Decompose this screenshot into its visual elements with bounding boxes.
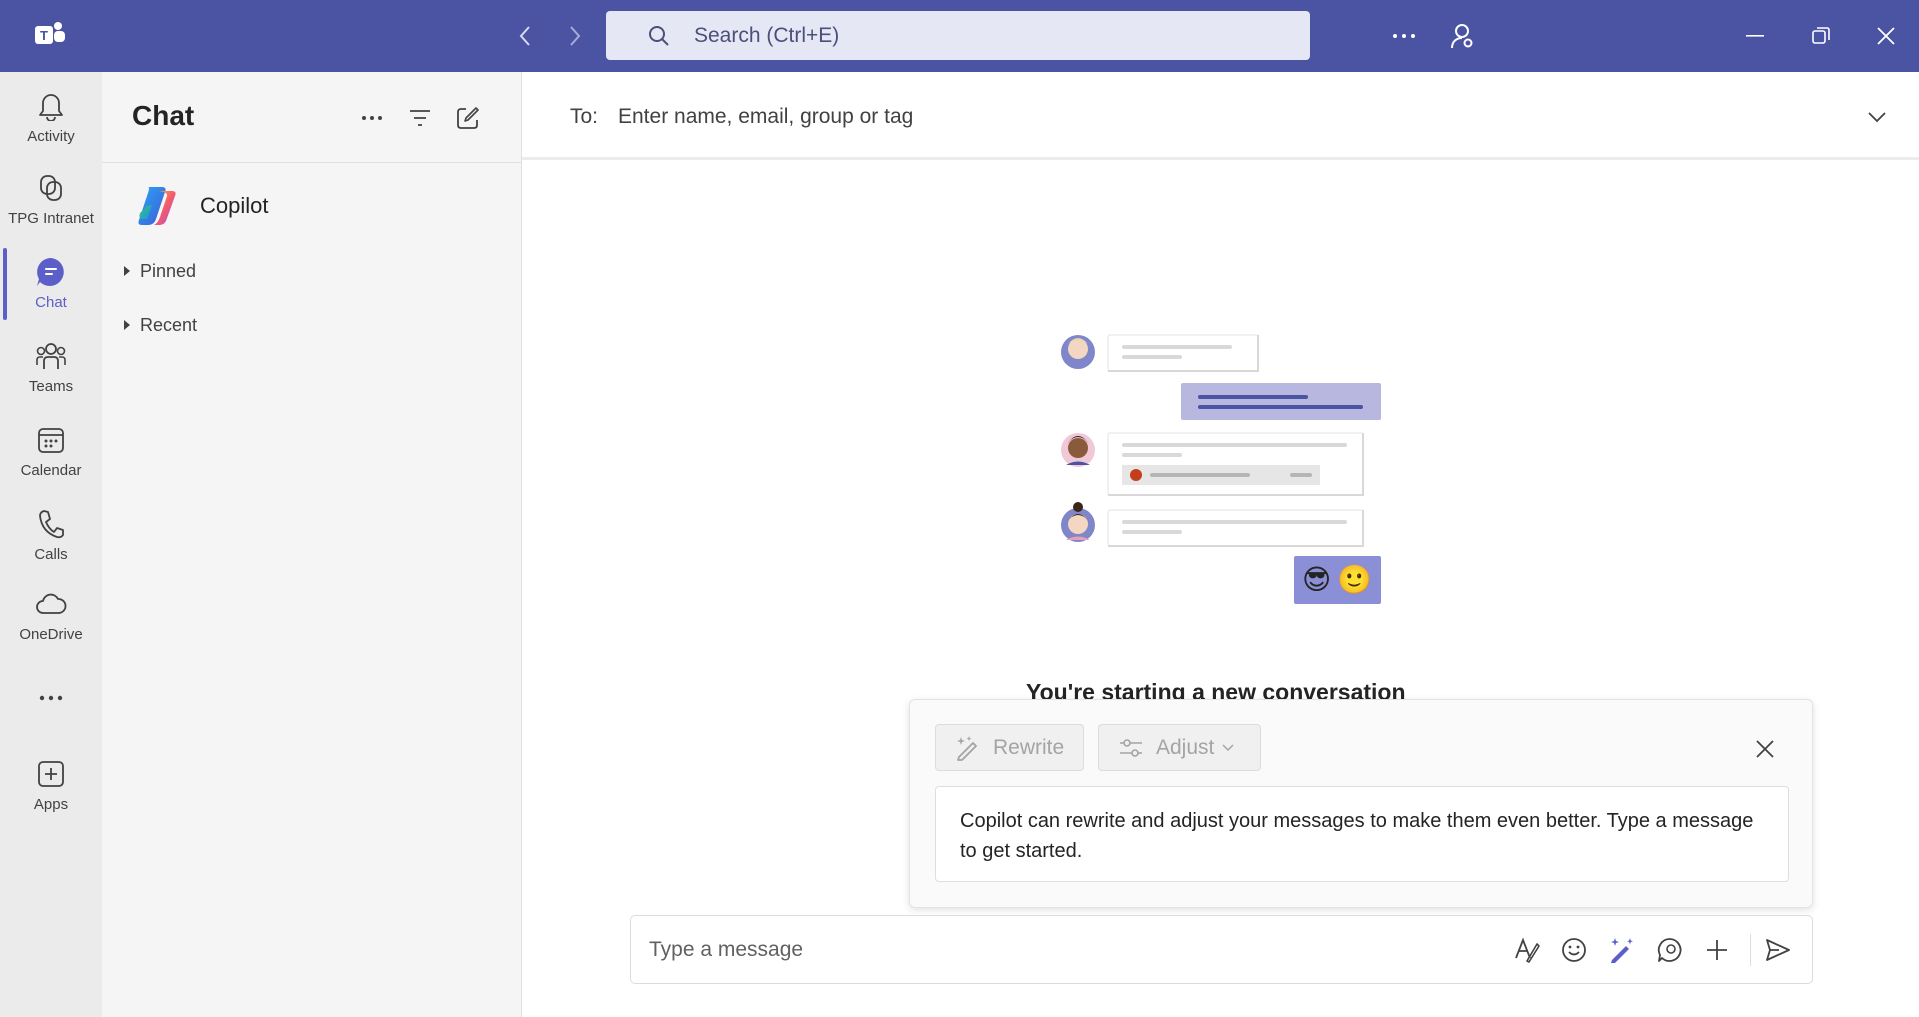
caret-right-icon [122,319,136,331]
minimize-icon [1746,35,1764,37]
teams-logo-icon: T [33,20,67,50]
svg-text:T: T [40,28,48,43]
cloud-icon [35,588,67,620]
emoji-button[interactable] [1557,933,1591,967]
message-input[interactable] [649,931,1449,969]
search-placeholder: Search (Ctrl+E) [694,23,840,47]
send-icon [1766,939,1790,961]
chevron-left-icon [519,26,530,46]
minimize-button[interactable] [1737,18,1773,54]
filter-icon [410,110,430,126]
chat-icon [35,256,67,288]
rail-item-activity[interactable]: Activity [0,80,102,162]
rewrite-label: Rewrite [993,735,1065,759]
phone-icon [35,508,67,540]
section-pinned[interactable]: Pinned [102,253,522,289]
people-group-icon [35,340,67,372]
loop-icon [1657,938,1682,962]
new-chat-button[interactable] [452,102,484,134]
link-app-icon [35,172,67,204]
rail-item-onedrive[interactable]: OneDrive [0,578,102,660]
copilot-chat-item[interactable]: Copilot [102,172,522,240]
rail-label: Calendar [20,462,82,479]
rail-label: Chat [35,294,67,311]
rail-item-teams[interactable]: Teams [0,330,102,412]
chat-list-pane: Chat Copilot Pinned Recent [102,72,522,1017]
rail-item-calls[interactable]: Calls [0,498,102,580]
rail-label: Activity [27,128,75,145]
person-settings-icon [1451,24,1473,49]
rail-label: Apps [33,796,69,813]
calendar-icon [35,424,67,456]
chevron-down-icon [1222,743,1234,752]
adjust-label: Adjust [1156,735,1215,759]
rail-label: Calls [34,546,68,563]
rail-item-tpg-intranet[interactable]: TPG Intranet [0,162,102,244]
rail-label: Teams [28,378,74,395]
copilot-logo-icon [134,183,180,229]
send-button[interactable] [1761,933,1795,967]
section-recent[interactable]: Recent [102,307,522,343]
chat-more-options-button[interactable] [356,102,388,134]
loop-button[interactable] [1653,933,1687,967]
rail-item-calendar[interactable]: Calendar [0,414,102,496]
to-label: To: [570,105,599,128]
account-button[interactable] [1444,18,1480,54]
compose-box [630,915,1813,984]
emoji-reaction: 😎🙂 [1302,563,1379,596]
expand-recipients-button[interactable] [1860,100,1894,134]
format-icon [1515,937,1540,963]
attach-plus-icon [1707,940,1727,960]
format-button[interactable] [1510,933,1544,967]
more-horizontal-icon [1393,34,1415,38]
copilot-rewrite-icon [1611,938,1633,963]
chat-list-header: Chat [102,72,522,163]
close-window-button[interactable] [1868,18,1904,54]
rail-item-apps[interactable]: Apps [0,748,102,830]
app-rail: Activity TPG Intranet Chat Teams Calenda… [0,72,102,1017]
recipient-input[interactable] [618,96,1718,138]
search-icon [647,24,671,48]
rail-label: OneDrive [19,626,83,643]
attach-button[interactable] [1700,933,1734,967]
copilot-rewrite-popup: Rewrite Adjust Copilot can rewrite and a… [909,699,1813,908]
rail-item-more-apps[interactable] [0,672,102,722]
bell-icon [35,90,67,122]
restore-icon [1812,27,1830,44]
emoji-icon [1562,938,1586,962]
page-title: Chat [132,100,195,131]
settings-more-button[interactable] [1386,18,1422,54]
compose-icon [457,107,479,129]
divider [1750,934,1751,966]
close-popup-button[interactable] [1752,736,1778,762]
copilot-rewrite-button[interactable] [1605,933,1639,967]
chevron-down-icon [1868,112,1886,123]
sliders-icon [1118,735,1144,761]
adjust-dropdown[interactable]: Adjust [1098,724,1261,771]
more-horizontal-icon [35,682,67,714]
forward-button[interactable] [562,22,588,50]
rail-item-chat[interactable]: Chat [0,246,102,328]
chevron-right-icon [570,26,581,46]
restore-button[interactable] [1803,18,1839,54]
back-button[interactable] [512,22,538,50]
add-square-icon [35,758,67,790]
section-label: Recent [140,314,198,335]
search-box[interactable]: Search (Ctrl+E) [606,11,1310,60]
rail-label: TPG Intranet [8,210,94,227]
more-horizontal-icon [362,116,382,120]
rewrite-button[interactable]: Rewrite [935,724,1084,771]
section-label: Pinned [140,260,197,281]
copilot-hint-text: Copilot can rewrite and adjust your mess… [935,786,1789,882]
empty-state-illustration: 😎🙂 [1050,320,1390,610]
close-icon [1877,27,1895,45]
sparkle-pen-icon [955,735,981,761]
title-bar: T Search (Ctrl+E) [0,0,1919,72]
recipient-bar: To: [522,72,1919,160]
close-icon [1756,740,1774,758]
filter-button[interactable] [404,102,436,134]
copilot-label: Copilot [200,193,269,218]
caret-right-icon [122,265,136,277]
